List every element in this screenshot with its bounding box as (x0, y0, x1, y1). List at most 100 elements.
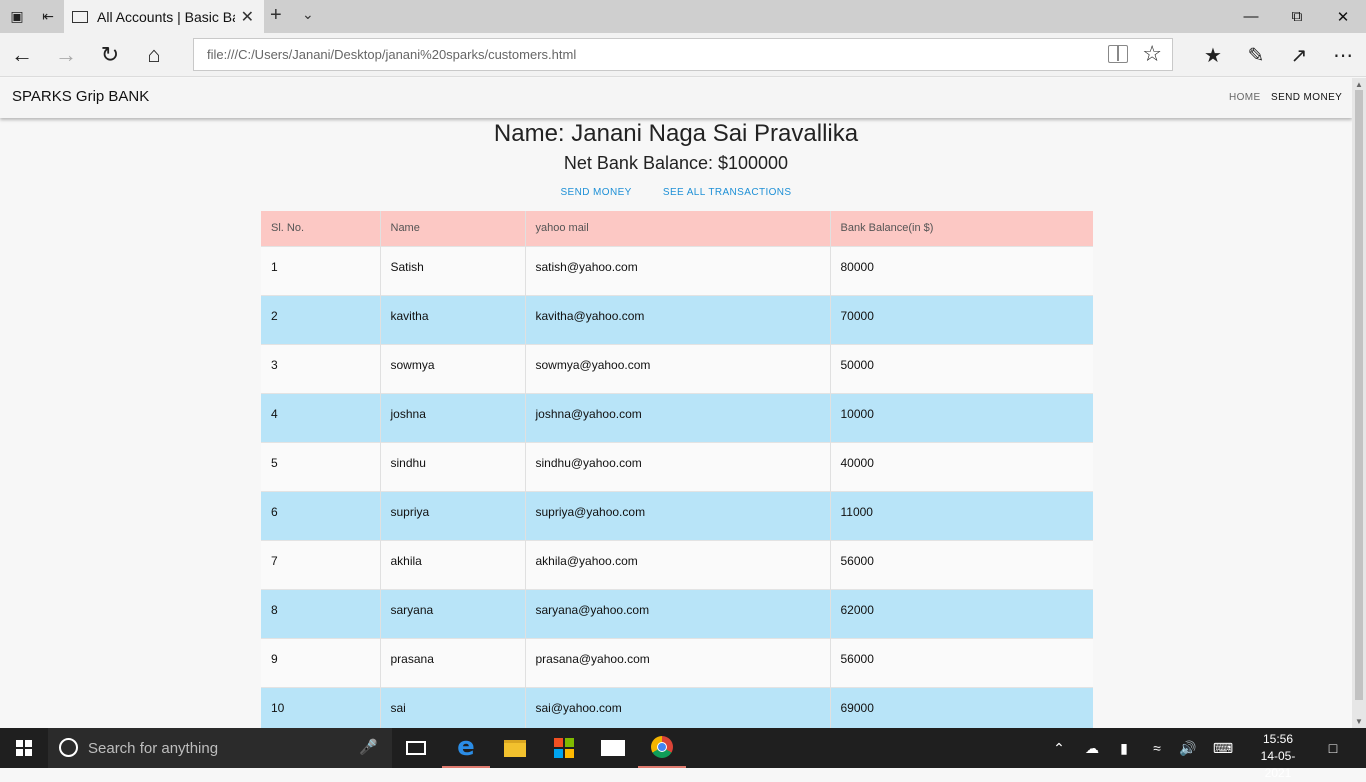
browser-nav-bar: ← → ↻ ⌂ file:///C:/Users/Janani/Desktop/… (0, 33, 1366, 77)
set-aside-tabs-icon[interactable]: ⇤ (33, 0, 63, 33)
cell-serial: 5 (261, 442, 381, 491)
volume-icon[interactable]: 🔊 (1176, 728, 1200, 768)
cell-serial: 4 (261, 393, 381, 442)
taskbar-file-explorer[interactable] (491, 728, 539, 768)
url-text[interactable]: file:///C:/Users/Janani/Desktop/janani%2… (207, 47, 576, 62)
cell-name: supriya (380, 491, 526, 540)
taskbar-clock[interactable]: 15:56 14-05-2021 (1248, 731, 1308, 782)
table-row: 3 sowmya sowmya@yahoo.com 50000 (261, 344, 1093, 393)
column-header: Sl. No. (261, 211, 381, 246)
cloud-icon[interactable]: ☁ (1080, 728, 1104, 768)
cell-serial: 6 (261, 491, 381, 540)
net-balance: Net Bank Balance: $100000 (563, 153, 789, 173)
nav-home-link[interactable]: HOME (1229, 92, 1261, 103)
table-row: 8 saryana saryana@yahoo.com 62000 (261, 589, 1093, 638)
battery-icon[interactable]: ▮ (1112, 728, 1136, 768)
favorites-list-icon[interactable]: ★ (1193, 38, 1233, 72)
taskbar-chrome[interactable] (638, 728, 686, 768)
cell-name: sai (380, 687, 526, 728)
windows-logo-icon (16, 740, 32, 756)
edge-icon: e (457, 732, 475, 762)
column-header: Name (380, 211, 526, 246)
home-icon[interactable]: ⌂ (134, 38, 174, 72)
refresh-icon[interactable]: ↻ (90, 38, 130, 72)
microphone-icon[interactable]: 🎤 (359, 738, 378, 756)
cell-serial: 10 (261, 687, 381, 728)
cell-email: satish@yahoo.com (525, 246, 831, 295)
keyboard-icon[interactable]: ⌨ (1208, 728, 1238, 768)
new-tab-icon[interactable]: + (270, 4, 282, 27)
cortana-icon (59, 738, 78, 757)
browser-tab-active[interactable]: All Accounts | Basic Ban ✕ (64, 0, 264, 33)
tab-manager-icon[interactable]: ▣ (2, 0, 32, 33)
scroll-up-icon[interactable]: ▲ (1355, 80, 1363, 89)
close-tab-icon[interactable]: ✕ (241, 7, 254, 27)
forward-arrow-icon[interactable]: → (46, 38, 86, 72)
cell-serial: 8 (261, 589, 381, 638)
table-row: 7 akhila akhila@yahoo.com 56000 (261, 540, 1093, 589)
scrollbar-thumb[interactable] (1355, 90, 1363, 700)
taskbar-store[interactable] (540, 728, 588, 768)
table-row: 10 sai sai@yahoo.com 69000 (261, 687, 1093, 728)
account-actions: SEND MONEY SEE ALL TRANSACTIONS (0, 187, 1352, 198)
cell-balance: 10000 (840, 406, 874, 421)
web-page: SPARKS Grip BANK HOME SEND MONEY Name: J… (0, 78, 1352, 728)
scroll-down-icon[interactable]: ▼ (1355, 717, 1363, 726)
taskbar-edge[interactable]: e (442, 728, 490, 768)
cell-serial: 2 (261, 295, 381, 344)
account-holder-name: Name: Janani Naga Sai Pravallika (493, 120, 859, 147)
cell-email: saryana@yahoo.com (525, 589, 831, 638)
cell-balance: 40000 (840, 455, 874, 470)
table-row: 6 supriya supriya@yahoo.com 11000 (261, 491, 1093, 540)
pen-icon[interactable]: ✎ (1236, 38, 1276, 72)
page-scrollbar[interactable]: ▲ ▼ (1352, 78, 1366, 728)
wifi-icon[interactable]: ≈ (1145, 728, 1169, 768)
cell-email: supriya@yahoo.com (525, 491, 831, 540)
minimize-icon[interactable]: — (1228, 0, 1274, 33)
cell-balance: 56000 (840, 651, 874, 666)
favorite-star-icon[interactable]: ☆ (1142, 41, 1162, 67)
chevron-down-icon[interactable]: ⌄ (302, 6, 314, 23)
table-header-row: Sl. No. Name yahoo mail Bank Balance(in … (261, 211, 1093, 246)
see-all-transactions-link[interactable]: SEE ALL TRANSACTIONS (663, 187, 792, 198)
share-icon[interactable]: ↗ (1279, 38, 1319, 72)
column-header: yahoo mail (525, 211, 831, 246)
taskbar-search[interactable]: Search for anything 🎤 (48, 728, 392, 768)
cell-email: prasana@yahoo.com (525, 638, 831, 687)
close-window-icon[interactable]: ✕ (1320, 0, 1366, 33)
mail-icon (601, 740, 625, 756)
cell-name: joshna (380, 393, 526, 442)
cell-balance: 50000 (840, 357, 874, 372)
clock-date: 14-05-2021 (1260, 749, 1296, 780)
table-row: 1 Satish satish@yahoo.com 80000 (261, 246, 1093, 295)
table-row: 4 joshna joshna@yahoo.com 10000 (261, 393, 1093, 442)
customers-table: Sl. No. Name yahoo mail Bank Balance(in … (261, 211, 1093, 728)
chrome-icon (651, 736, 673, 758)
task-view-icon (406, 741, 426, 755)
cell-serial: 7 (261, 540, 381, 589)
app-header: SPARKS Grip BANK HOME SEND MONEY (0, 78, 1352, 118)
taskbar-mail[interactable] (589, 728, 637, 768)
cell-name: sindhu (380, 442, 526, 491)
reading-view-icon[interactable] (1108, 45, 1128, 63)
cell-name: kavitha (380, 295, 526, 344)
cell-balance: 69000 (840, 700, 874, 715)
more-menu-icon[interactable]: ⋯ (1323, 38, 1363, 72)
back-arrow-icon[interactable]: ← (2, 38, 42, 72)
restore-icon[interactable]: ⧉ (1274, 0, 1320, 33)
send-money-link[interactable]: SEND MONEY (560, 187, 631, 198)
table-row: 9 prasana prasana@yahoo.com 56000 (261, 638, 1093, 687)
address-bar[interactable]: file:///C:/Users/Janani/Desktop/janani%2… (193, 38, 1173, 71)
nav-send-money-link[interactable]: SEND MONEY (1271, 92, 1342, 103)
cell-name: sowmya (380, 344, 526, 393)
brand-logo[interactable]: SPARKS Grip BANK (12, 88, 149, 105)
cell-balance: 80000 (840, 259, 874, 274)
notifications-icon[interactable]: □ (1318, 728, 1348, 768)
cell-serial: 9 (261, 638, 381, 687)
store-icon (554, 738, 574, 758)
start-button[interactable] (0, 728, 48, 768)
chevron-up-icon[interactable]: ⌃ (1048, 728, 1070, 768)
browser-tab-bar: ▣ ⇤ All Accounts | Basic Ban ✕ + ⌄ — ⧉ ✕ (0, 0, 1366, 33)
task-view-button[interactable] (392, 728, 440, 768)
windows-taskbar: Search for anything 🎤 e ⌃ ☁ ▮ ≈ 🔊 ⌨ 15:5… (0, 728, 1366, 780)
